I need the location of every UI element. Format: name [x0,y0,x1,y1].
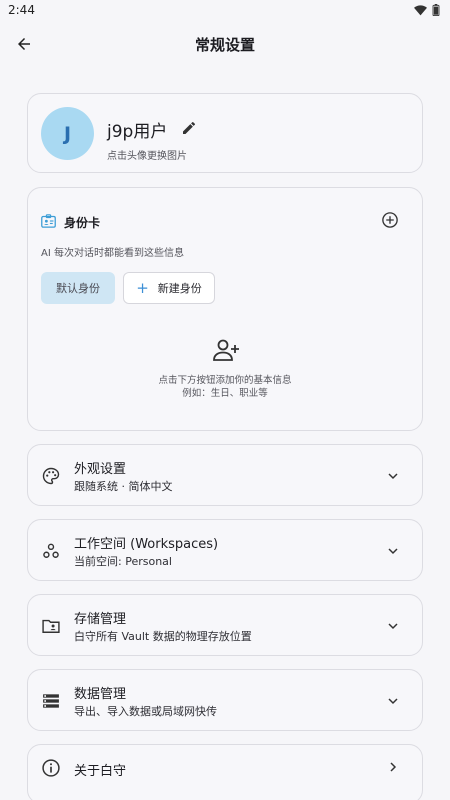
badge-icon [41,214,56,228]
setting-appearance[interactable]: 外观设置 跟随系统 · 简体中文 [27,444,423,506]
default-identity-chip[interactable]: 默认身份 [41,272,115,304]
chevron-down-icon [388,548,398,555]
chevron-down-icon [388,698,398,705]
info-icon [42,759,60,777]
setting-title: 数据管理 [74,687,127,702]
status-icons [414,4,440,16]
setting-title: 工作空间 (Workspaces) [74,537,219,552]
profile-name: j9p用户 [107,122,168,142]
palette-icon [42,467,60,485]
setting-title: 存储管理 [74,612,127,627]
setting-subtitle: 白守所有 Vault 数据的物理存放位置 [74,630,252,643]
page-title: 常规设置 [194,35,255,54]
avatar[interactable]: J [41,107,94,160]
identity-subtitle: AI 每次对话时都能看到这些信息 [41,248,184,259]
setting-data[interactable]: 数据管理 导出、导入数据或局域网快传 [27,669,423,731]
setting-workspaces[interactable]: 工作空间 (Workspaces) 当前空间: Personal [27,519,423,581]
empty-hint-line2: 例如：生日、职业等 [182,388,268,399]
person-add-icon [213,339,239,361]
chevron-right-icon [390,762,397,772]
profile-hint: 点击头像更换图片 [107,151,187,162]
avatar-letter: J [63,122,72,145]
status-bar: 2:44 [0,0,450,20]
chevron-down-icon [388,623,398,630]
setting-subtitle: 当前空间: Personal [74,555,172,568]
identity-title: 身份卡 [64,216,101,230]
setting-storage[interactable]: 存储管理 白守所有 Vault 数据的物理存放位置 [27,594,423,656]
wifi-icon [414,4,427,15]
workspaces-icon [43,543,59,558]
about-title: 关于白守 [74,764,127,779]
app-bar: 常规设置 [0,20,450,68]
identity-card: 身份卡 AI 每次对话时都能看到这些信息 默认身份 + 新建身份 点击下方按钮添… [27,187,423,431]
setting-subtitle: 导出、导入数据或局域网快传 [74,705,217,718]
setting-subtitle: 跟随系统 · 简体中文 [74,480,173,493]
storage-icon [43,694,59,708]
battery-icon [432,4,440,16]
folder-account-icon [42,619,60,633]
arrow-back-icon [18,38,30,50]
edit-icon[interactable] [181,120,197,136]
about-item[interactable]: 关于白守 [27,744,423,800]
default-identity-label: 默认身份 [56,282,100,295]
chevron-down-icon [388,473,398,480]
empty-hint-line1: 点击下方按钮添加你的基本信息 [158,375,292,386]
profile-card: J j9p用户 点击头像更换图片 [27,93,423,173]
setting-title: 外观设置 [74,462,127,477]
add-circle-icon[interactable] [381,211,399,229]
back-button[interactable] [12,32,36,56]
plus-icon: + [136,278,149,297]
status-time: 2:44 [8,3,35,17]
new-identity-button[interactable]: + 新建身份 [123,272,215,304]
new-identity-label: 新建身份 [157,282,202,295]
